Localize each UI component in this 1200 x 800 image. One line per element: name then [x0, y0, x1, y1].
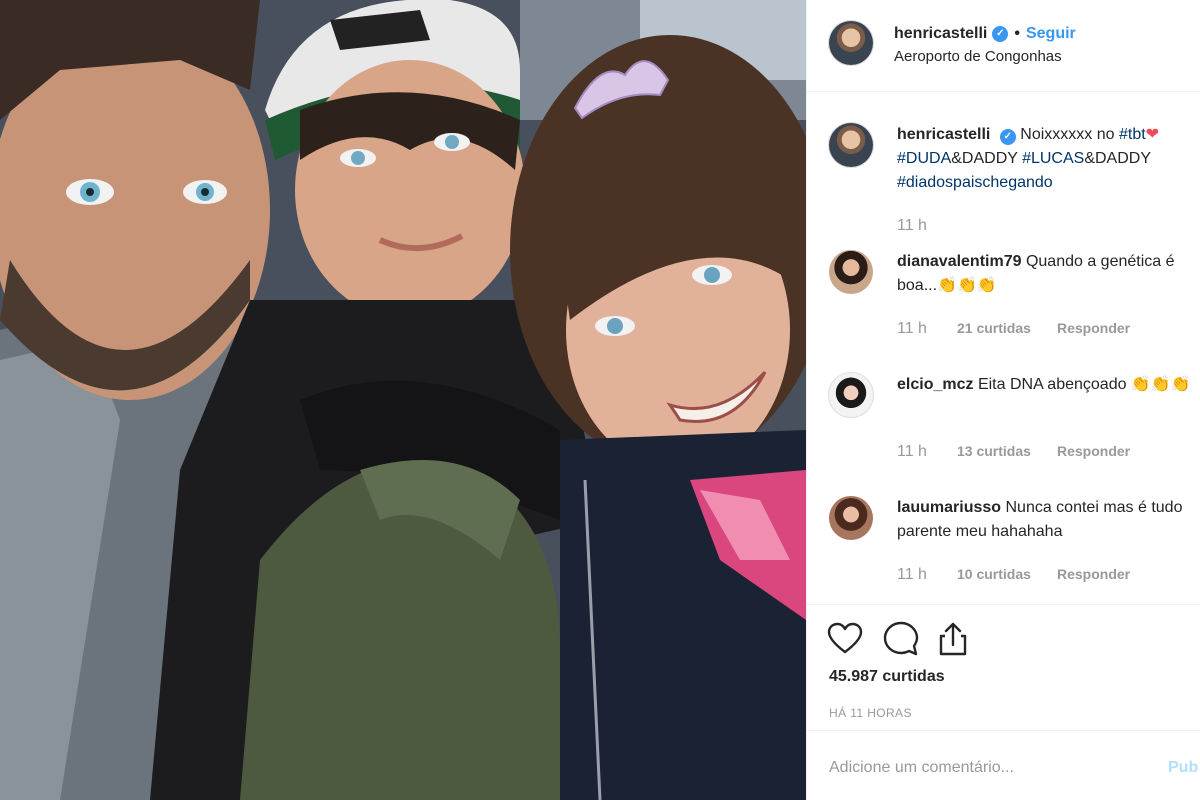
reply-button[interactable]: Responder	[1057, 443, 1130, 459]
comment-icon[interactable]	[883, 621, 919, 657]
caption-text: henricastelli ✓ Noixxxxxx no #tbt❤ #DUDA…	[897, 123, 1193, 195]
separator: •	[1014, 25, 1020, 42]
hashtag-diadospais[interactable]: #diadospaischegando	[897, 174, 1053, 191]
comment-text: elcio_mcz Eita DNA abençoado 👏👏👏	[897, 373, 1193, 397]
publish-button[interactable]: Pub	[1168, 759, 1198, 777]
post-side-panel: henricastelli ✓ • Seguir Aeroporto de Co…	[806, 0, 1200, 800]
comment-likes[interactable]: 13 curtidas	[957, 443, 1057, 459]
verified-badge-icon: ✓	[992, 26, 1009, 42]
caption-username[interactable]: henricastelli	[897, 126, 990, 143]
reply-button[interactable]: Responder	[1057, 320, 1130, 336]
comment-meta: 11 h 10 curtidas Responder	[897, 566, 1130, 584]
caption-body: Noixxxxxx no	[1020, 126, 1115, 143]
verified-badge-icon: ✓	[999, 129, 1016, 145]
post-photo[interactable]	[0, 0, 806, 800]
hashtag-lucas[interactable]: #LUCAS	[1022, 150, 1084, 167]
add-comment-bar: Pub	[807, 730, 1200, 800]
comment-input[interactable]	[829, 753, 1149, 783]
heart-emoji: ❤	[1145, 126, 1160, 143]
caption-daddy-1: &DADDY	[951, 150, 1023, 167]
commenter-avatar[interactable]	[829, 250, 873, 294]
comment-time[interactable]: 11 h	[897, 443, 957, 461]
comment-likes[interactable]: 21 curtidas	[957, 320, 1057, 336]
comment-likes[interactable]: 10 curtidas	[957, 566, 1057, 582]
author-line: henricastelli ✓ • Seguir	[894, 25, 1076, 43]
caption-time[interactable]: 11 h	[897, 217, 957, 235]
comment-time[interactable]: 11 h	[897, 566, 957, 584]
post-header: henricastelli ✓ • Seguir Aeroporto de Co…	[807, 0, 1200, 92]
comment-text: dianavalentim79 Quando a genética é boa.…	[897, 250, 1193, 298]
comment-username[interactable]: elcio_mcz	[897, 376, 973, 393]
comment-body: Eita DNA abençoado 👏👏👏	[977, 376, 1191, 393]
hashtag-tbt[interactable]: #tbt	[1119, 126, 1146, 143]
commenter-avatar[interactable]	[829, 373, 873, 417]
commenter-avatar[interactable]	[829, 496, 873, 540]
share-icon[interactable]	[935, 621, 971, 657]
comment-text: lauumariusso Nunca contei mas é tudo par…	[897, 496, 1193, 544]
location-link[interactable]: Aeroporto de Congonhas	[894, 48, 1062, 65]
posted-ago[interactable]: HÁ 11 HORAS	[829, 706, 912, 720]
comments-list[interactable]: henricastelli ✓ Noixxxxxx no #tbt❤ #DUDA…	[807, 93, 1200, 603]
comment-meta: 11 h 13 curtidas Responder	[897, 443, 1130, 461]
follow-button[interactable]: Seguir	[1026, 25, 1076, 43]
comment-time[interactable]: 11 h	[897, 320, 957, 338]
author-avatar[interactable]	[829, 21, 873, 65]
comment-username[interactable]: dianavalentim79	[897, 253, 1022, 270]
likes-total[interactable]: 45.987 curtidas	[829, 668, 945, 686]
post-actions: 45.987 curtidas HÁ 11 HORAS	[807, 604, 1200, 730]
author-username[interactable]: henricastelli	[894, 25, 987, 43]
reply-button[interactable]: Responder	[1057, 566, 1130, 582]
caption-daddy-2: &DADDY	[1084, 150, 1152, 167]
photo-illustration	[0, 0, 806, 800]
caption-meta: 11 h	[897, 217, 957, 235]
comment-username[interactable]: lauumariusso	[897, 499, 1001, 516]
comment-meta: 11 h 21 curtidas Responder	[897, 320, 1130, 338]
hashtag-duda[interactable]: #DUDA	[897, 150, 951, 167]
heart-icon[interactable]	[827, 621, 863, 657]
caption-avatar[interactable]	[829, 123, 873, 167]
